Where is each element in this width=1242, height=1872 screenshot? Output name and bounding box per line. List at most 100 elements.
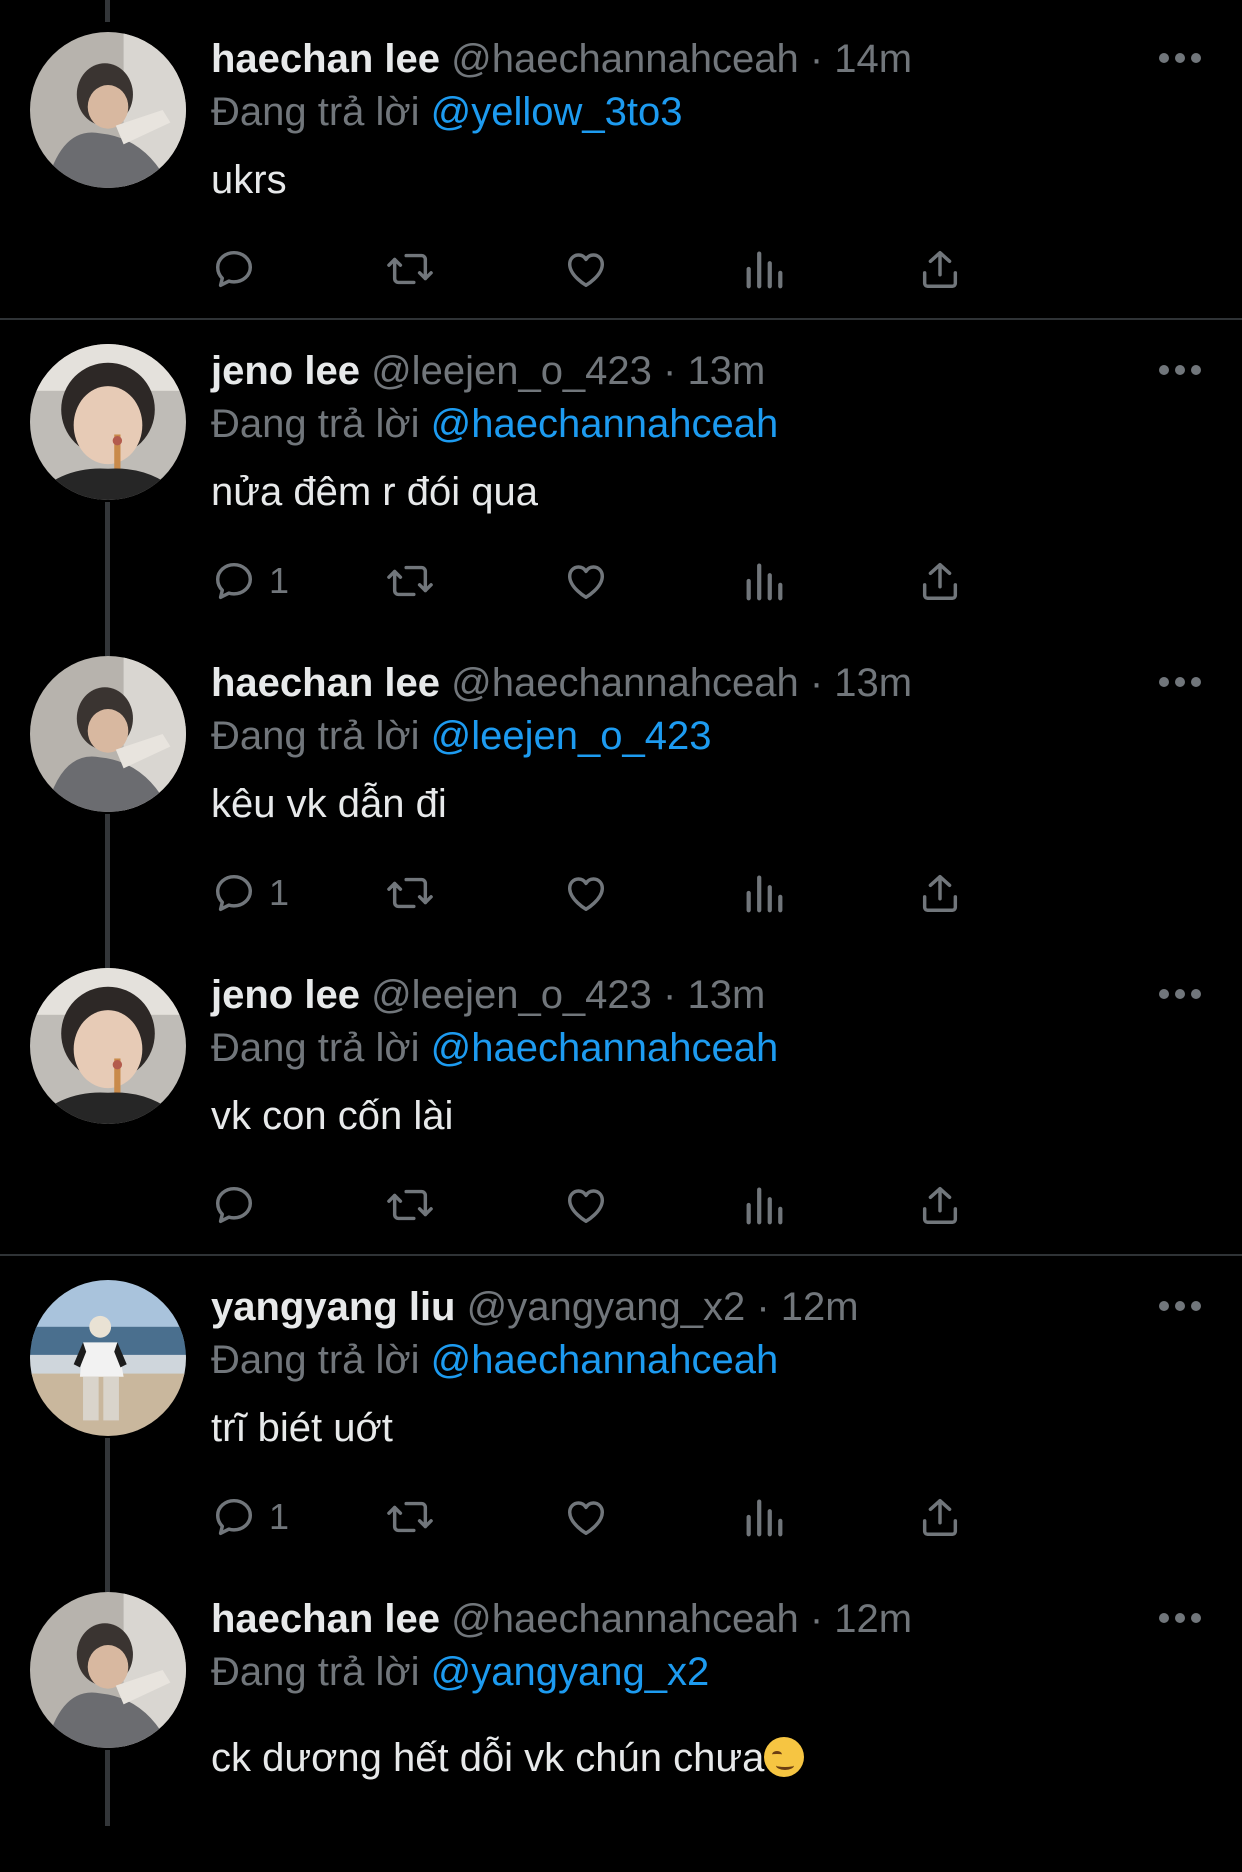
retweet-button[interactable] [385, 244, 435, 294]
share-icon [922, 250, 958, 288]
like-button[interactable] [563, 868, 609, 918]
timestamp[interactable]: 13m [688, 349, 766, 393]
retweet-button[interactable] [385, 868, 435, 918]
display-name[interactable]: haechan lee [211, 661, 440, 705]
like-icon [567, 565, 605, 600]
tweet-text: kêu vk dẫn đi [211, 782, 447, 826]
user-handle[interactable]: @leejen_o_423 [371, 349, 652, 393]
user-handle[interactable]: @leejen_o_423 [371, 973, 652, 1017]
action-bar [211, 1180, 1111, 1230]
mention-link[interactable]: @haechannahceah [431, 1338, 779, 1382]
replying-to: Đang trả lời @yellow_3to3 [211, 86, 683, 138]
views-button[interactable] [741, 556, 787, 606]
more-icon[interactable] [1158, 988, 1202, 1000]
retweet-icon [387, 1501, 433, 1533]
share-button[interactable] [917, 868, 963, 918]
mention-link[interactable]: @haechannahceah [431, 1026, 779, 1070]
tweet-text: nửa đêm r đói qua [211, 470, 538, 514]
share-button[interactable] [917, 1180, 963, 1230]
share-button[interactable] [917, 556, 963, 606]
views-button[interactable] [741, 244, 787, 294]
timestamp[interactable]: 13m [688, 973, 766, 1017]
mention-link[interactable]: @yangyang_x2 [431, 1650, 710, 1694]
tweet[interactable]: haechan lee @haechannahceah · 14m Đang t… [0, 0, 1242, 312]
reply-icon [215, 562, 253, 600]
jeno-avatar[interactable] [30, 344, 186, 500]
share-button[interactable] [917, 1492, 963, 1542]
reply-thread: haechan lee @haechannahceah · 14m Đang t… [0, 0, 1242, 1826]
haechan-avatar[interactable] [30, 1592, 186, 1748]
action-bar: 1 [211, 868, 1111, 918]
tweet-text: ck dương hết dỗi vk chún chưa [211, 1736, 765, 1780]
tweet-header: yangyang liu @yangyang_x2 · 12m [211, 1282, 859, 1332]
reply-count: 1 [269, 560, 290, 601]
haechan-avatar[interactable] [30, 656, 186, 812]
timestamp[interactable]: 14m [834, 37, 912, 81]
retweet-button[interactable] [385, 1180, 435, 1230]
separator-dot: · [663, 349, 677, 393]
views-button[interactable] [741, 1492, 787, 1542]
like-button[interactable] [563, 1492, 609, 1542]
reply-icon [215, 250, 253, 288]
user-handle[interactable]: @yangyang_x2 [467, 1285, 746, 1329]
jeno-avatar[interactable] [30, 968, 186, 1124]
mention-link[interactable]: @yellow_3to3 [431, 90, 683, 134]
tweet-header: jeno lee @leejen_o_423 · 13m [211, 346, 765, 396]
reply-button[interactable] [211, 1180, 269, 1230]
haechan-avatar[interactable] [30, 32, 186, 188]
display-name[interactable]: jeno lee [211, 973, 360, 1017]
tweet-text: ukrs [211, 158, 287, 202]
more-icon[interactable] [1158, 1612, 1202, 1624]
like-icon [567, 1189, 605, 1224]
action-bar: 1 [211, 1492, 1111, 1542]
timestamp[interactable]: 12m [834, 1597, 912, 1641]
timestamp[interactable]: 13m [834, 661, 912, 705]
replying-to: Đang trả lời @haechannahceah [211, 398, 778, 450]
reply-button[interactable]: 1 [211, 1492, 289, 1542]
user-handle[interactable]: @haechannahceah [451, 1597, 799, 1641]
tweet[interactable]: haechan lee @haechannahceah · 12m Đang t… [0, 1560, 1242, 1872]
action-bar [211, 244, 1111, 294]
tweet[interactable]: jeno lee @leejen_o_423 · 13m Đang trả lờ… [0, 312, 1242, 624]
tweet-header: haechan lee @haechannahceah · 12m [211, 1594, 912, 1644]
retweet-icon [387, 877, 433, 909]
tweet-text: trĩ biét uớt [211, 1406, 393, 1450]
like-button[interactable] [563, 1180, 609, 1230]
replying-to: Đang trả lời @haechannahceah [211, 1334, 778, 1386]
display-name[interactable]: yangyang liu [211, 1285, 456, 1329]
share-icon [922, 1186, 958, 1224]
reply-button[interactable]: 1 [211, 556, 289, 606]
more-icon[interactable] [1158, 1300, 1202, 1312]
reply-button[interactable] [211, 244, 269, 294]
user-handle[interactable]: @haechannahceah [451, 37, 799, 81]
retweet-button[interactable] [385, 1492, 435, 1542]
more-icon[interactable] [1158, 676, 1202, 688]
mention-link[interactable]: @haechannahceah [431, 402, 779, 446]
tweet[interactable]: haechan lee @haechannahceah · 13m Đang t… [0, 624, 1242, 936]
yangyang-avatar[interactable] [30, 1280, 186, 1436]
display-name[interactable]: haechan lee [211, 37, 440, 81]
reply-button[interactable]: 1 [211, 868, 289, 918]
timestamp[interactable]: 12m [781, 1285, 859, 1329]
views-button[interactable] [741, 1180, 787, 1230]
share-button[interactable] [917, 244, 963, 294]
more-icon[interactable] [1158, 52, 1202, 64]
more-icon[interactable] [1158, 364, 1202, 376]
share-icon [922, 1498, 958, 1536]
display-name[interactable]: jeno lee [211, 349, 360, 393]
smirking-face-emoji [764, 1737, 805, 1777]
views-icon [746, 563, 783, 601]
like-button[interactable] [563, 556, 609, 606]
views-button[interactable] [741, 868, 787, 918]
tweet[interactable]: jeno lee @leejen_o_423 · 13m Đang trả lờ… [0, 936, 1242, 1248]
mention-link[interactable]: @leejen_o_423 [431, 714, 712, 758]
tweet-text-container: ck dương hết dỗi vk chún chưa [211, 1732, 805, 1784]
like-icon [567, 877, 605, 912]
tweet[interactable]: yangyang liu @yangyang_x2 · 12m Đang trả… [0, 1248, 1242, 1560]
separator-dot: · [663, 973, 677, 1017]
like-icon [567, 1501, 605, 1536]
user-handle[interactable]: @haechannahceah [451, 661, 799, 705]
display-name[interactable]: haechan lee [211, 1597, 440, 1641]
retweet-button[interactable] [385, 556, 435, 606]
like-button[interactable] [563, 244, 609, 294]
